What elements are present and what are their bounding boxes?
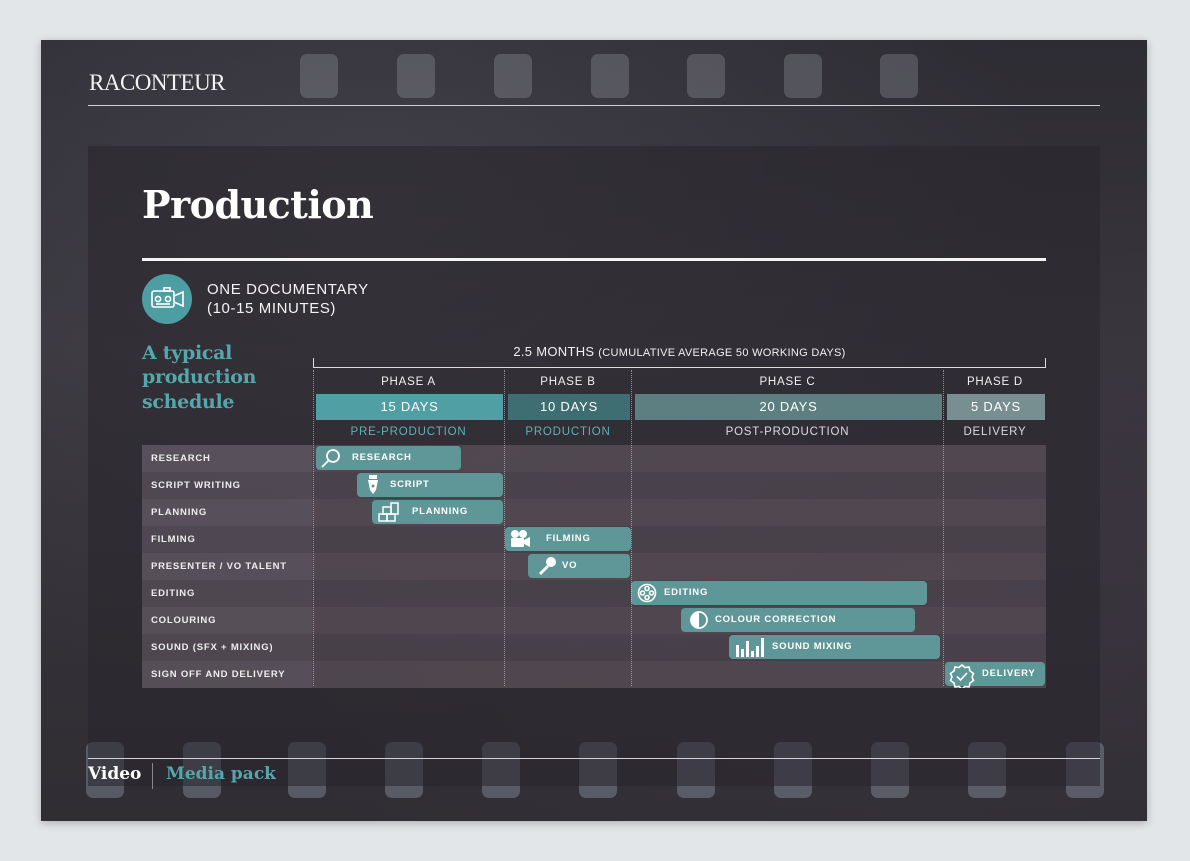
phase-stage: PRE-PRODUCTION xyxy=(350,426,467,438)
phase-duration: 15 DAYS xyxy=(316,394,503,420)
video-camera-icon xyxy=(142,274,192,324)
doc-type-line2: (10-15 MINUTES) xyxy=(207,300,337,317)
timeline-span-label: 2.5 MONTHS (CUMULATIVE AVERAGE 50 WORKIN… xyxy=(313,344,1046,359)
task-bar: VO xyxy=(528,554,630,578)
schedule-row: SOUND (SFX + MIXING) SOUND MIXING xyxy=(142,634,1046,661)
check-badge-icon xyxy=(949,663,975,698)
phase-stage: POST-PRODUCTION xyxy=(725,426,850,438)
phase-divider xyxy=(504,370,505,686)
phase-label: PHASE C xyxy=(759,376,816,388)
schedule-row: SIGN OFF AND DELIVERY DELIVERY xyxy=(142,661,1046,691)
span-main: 2.5 MONTHS xyxy=(513,344,595,359)
film-sprocket xyxy=(880,54,918,98)
task-bar: SOUND MIXING xyxy=(729,635,940,659)
footer-divider xyxy=(152,763,153,789)
row-track xyxy=(312,607,1046,634)
schedule-row: PLANNING PLANNING xyxy=(142,499,1046,526)
span-detail: (CUMULATIVE AVERAGE 50 WORKING DAYS) xyxy=(598,347,846,359)
row-label: EDITING xyxy=(142,580,312,607)
phase-stage: PRODUCTION xyxy=(525,426,611,438)
phase-duration: 20 DAYS xyxy=(635,394,942,420)
schedule-row: SCRIPT WRITING SCRIPT xyxy=(142,472,1046,499)
media-pack-page: RACONTEUR Production ONE DOCUMENTARY (10… xyxy=(41,40,1147,821)
raconteur-logo: RACONTEUR xyxy=(89,70,226,95)
timeline-span-bracket xyxy=(313,358,1046,368)
phase-duration: 10 DAYS xyxy=(508,394,630,420)
task-bar: PLANNING xyxy=(372,500,503,524)
doc-type-line1: ONE DOCUMENTARY xyxy=(207,281,369,298)
film-sprocket xyxy=(591,54,629,98)
row-label: SOUND (SFX + MIXING) xyxy=(142,634,312,661)
schedule-row: RESEARCH RESEARCH xyxy=(142,445,1046,472)
film-sprocket xyxy=(397,54,435,98)
schedule-row: COLOURING COLOUR CORRECTION xyxy=(142,607,1046,634)
footer-rule xyxy=(88,758,1100,759)
page-title: Production xyxy=(142,182,374,227)
phase-divider xyxy=(631,370,632,686)
phase-label: PHASE A xyxy=(381,376,436,388)
task-bar-label: DELIVERY xyxy=(982,668,1036,679)
task-bar-label: COLOUR CORRECTION xyxy=(715,614,837,625)
header-rule xyxy=(88,105,1100,106)
row-label: PLANNING xyxy=(142,499,312,526)
film-sprocket xyxy=(687,54,725,98)
task-bar-label: RESEARCH xyxy=(352,452,412,463)
task-bar-label: SCRIPT xyxy=(390,479,430,490)
film-sprocket xyxy=(784,54,822,98)
row-label: SCRIPT WRITING xyxy=(142,472,312,499)
row-label: FILMING xyxy=(142,526,312,553)
schedule-row: FILMING FILMING xyxy=(142,526,1046,553)
task-bar: COLOUR CORRECTION xyxy=(681,608,915,632)
film-sprocket xyxy=(494,54,532,98)
phase-label: PHASE D xyxy=(966,376,1024,388)
row-label: RESEARCH xyxy=(142,445,312,472)
phase-duration: 5 DAYS xyxy=(947,394,1045,420)
phase-stage: DELIVERY xyxy=(963,426,1027,438)
task-bar-label: PLANNING xyxy=(412,506,469,517)
film-sprocket xyxy=(300,54,338,98)
subtitle-line2: production xyxy=(142,366,257,388)
task-bar-label: FILMING xyxy=(546,533,591,544)
task-bar-label: VO xyxy=(562,560,578,571)
row-label: COLOURING xyxy=(142,607,312,634)
task-bar-label: SOUND MIXING xyxy=(772,641,853,652)
task-bar: DELIVERY xyxy=(945,662,1045,691)
row-track xyxy=(312,526,1046,553)
phase-label: PHASE B xyxy=(540,376,596,388)
phase-divider xyxy=(313,370,314,686)
row-track xyxy=(312,661,1046,688)
row-track xyxy=(312,553,1046,580)
task-bar: SCRIPT xyxy=(357,473,503,497)
subtitle-line1: A typical xyxy=(142,342,233,364)
title-rule xyxy=(142,258,1046,261)
task-bar: FILMING xyxy=(505,527,631,551)
footer-pack: Media pack xyxy=(166,764,276,784)
schedule-row: EDITING EDITING xyxy=(142,580,1046,607)
task-bar: RESEARCH xyxy=(316,446,461,470)
task-bar-label: EDITING xyxy=(664,587,709,598)
schedule-row: PRESENTER / VO TALENT VO xyxy=(142,553,1046,580)
task-bar: EDITING xyxy=(631,581,927,605)
row-label: SIGN OFF AND DELIVERY xyxy=(142,661,312,688)
subtitle-line3: schedule xyxy=(142,391,235,413)
phase-divider xyxy=(943,370,944,686)
footer-section: Video xyxy=(88,764,142,784)
row-label: PRESENTER / VO TALENT xyxy=(142,553,312,580)
